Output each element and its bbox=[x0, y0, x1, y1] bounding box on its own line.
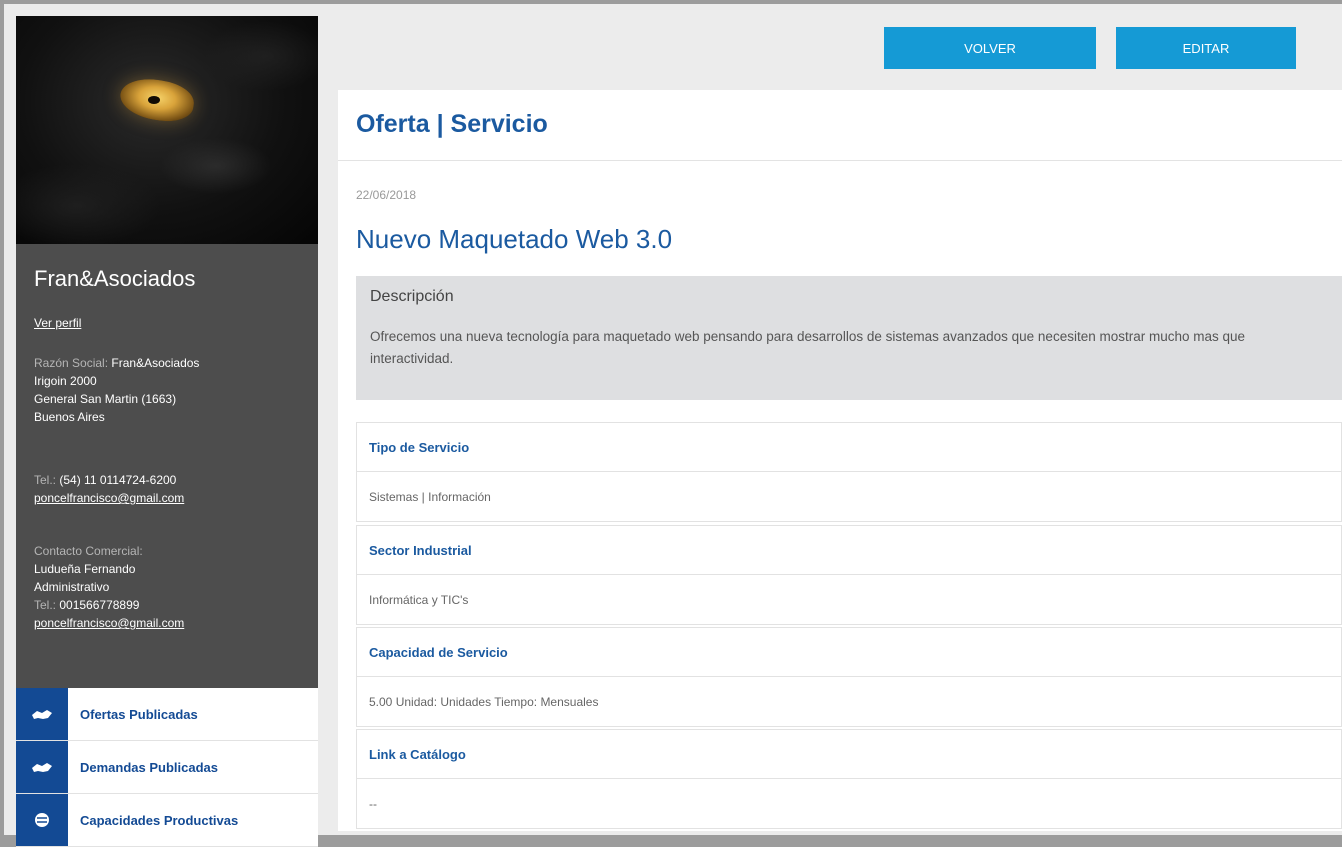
field-value: Informática y TIC's bbox=[356, 575, 1342, 625]
publish-date: 22/06/2018 bbox=[356, 188, 417, 202]
field-label: Tipo de Servicio bbox=[356, 422, 1342, 472]
main-panel: Oferta | Servicio 22/06/2018 Nuevo Maque… bbox=[338, 90, 1342, 831]
contact-label: Contacto Comercial: bbox=[34, 544, 143, 558]
contact-email-link[interactable]: poncelfrancisco@gmail.com bbox=[34, 616, 184, 630]
commercial-contact: Contacto Comercial: Ludueña Fernando Adm… bbox=[34, 542, 184, 632]
sidebar: Fran&Asociados Ver perfil Razón Social: … bbox=[16, 16, 318, 847]
tel-label: Tel.: bbox=[34, 473, 57, 487]
view-profile-link[interactable]: Ver perfil bbox=[34, 316, 81, 330]
contact-name: Ludueña Fernando bbox=[34, 562, 136, 576]
editar-button[interactable]: EDITAR bbox=[1116, 27, 1296, 69]
tel-value: (54) 11 0114724-6200 bbox=[59, 473, 177, 487]
description-text: Ofrecemos una nueva tecnología para maqu… bbox=[370, 329, 1246, 366]
field-label: Link a Catálogo bbox=[356, 729, 1342, 779]
address-line: General San Martin (1663) bbox=[34, 392, 177, 406]
field-capacidad-servicio: Capacidad de Servicio 5.00 Unidad: Unida… bbox=[356, 627, 1342, 727]
contact-role: Administrativo bbox=[34, 580, 110, 594]
contact-tel-label: Tel.: bbox=[34, 598, 57, 612]
field-sector-industrial: Sector Industrial Informática y TIC's bbox=[356, 525, 1342, 625]
sidebar-item-label: Demandas Publicadas bbox=[80, 759, 218, 775]
field-label: Sector Industrial bbox=[356, 525, 1342, 575]
sidebar-item-capacidades[interactable]: Capacidades Productivas bbox=[16, 794, 318, 847]
company-name: Fran&Asociados bbox=[34, 266, 196, 291]
email-link[interactable]: poncelfrancisco@gmail.com bbox=[34, 491, 184, 505]
company-contact: Tel.: (54) 11 0114724-6200 poncelfrancis… bbox=[34, 471, 184, 507]
company-info: Razón Social: Fran&Asociados Irigoin 200… bbox=[34, 354, 199, 426]
description-box: Descripción Ofrecemos una nueva tecnolog… bbox=[356, 276, 1342, 400]
offer-title: Nuevo Maquetado Web 3.0 bbox=[356, 224, 673, 254]
handshake-icon bbox=[16, 688, 68, 740]
page-title: Oferta | Servicio bbox=[356, 110, 548, 138]
sidebar-nav: Ofertas Publicadas Demandas Publicadas C… bbox=[16, 688, 318, 847]
divider bbox=[338, 160, 1342, 161]
volver-button[interactable]: VOLVER bbox=[884, 27, 1096, 69]
sidebar-item-label: Capacidades Productivas bbox=[80, 812, 239, 828]
sidebar-item-demandas[interactable]: Demandas Publicadas bbox=[16, 741, 318, 794]
field-tipo-servicio: Tipo de Servicio Sistemas | Información bbox=[356, 422, 1342, 522]
field-value: Sistemas | Información bbox=[356, 472, 1342, 522]
handshake-icon bbox=[16, 741, 68, 793]
address-line: Buenos Aires bbox=[34, 410, 105, 424]
description-heading: Descripción bbox=[370, 288, 454, 305]
profile-cover-image bbox=[16, 16, 318, 244]
globe-icon bbox=[16, 794, 68, 846]
sidebar-item-label: Ofertas Publicadas bbox=[80, 706, 198, 722]
field-value: 5.00 Unidad: Unidades Tiempo: Mensuales bbox=[356, 677, 1342, 727]
field-value: -- bbox=[356, 779, 1342, 829]
razon-social-label: Razón Social: bbox=[34, 356, 109, 370]
sidebar-item-ofertas[interactable]: Ofertas Publicadas bbox=[16, 688, 318, 741]
address-line: Irigoin 2000 bbox=[34, 374, 97, 388]
field-link-catalogo: Link a Catálogo -- bbox=[356, 729, 1342, 829]
razon-social-value: Fran&Asociados bbox=[111, 356, 200, 370]
field-label: Capacidad de Servicio bbox=[356, 627, 1342, 677]
contact-tel-value: 001566778899 bbox=[59, 598, 140, 612]
